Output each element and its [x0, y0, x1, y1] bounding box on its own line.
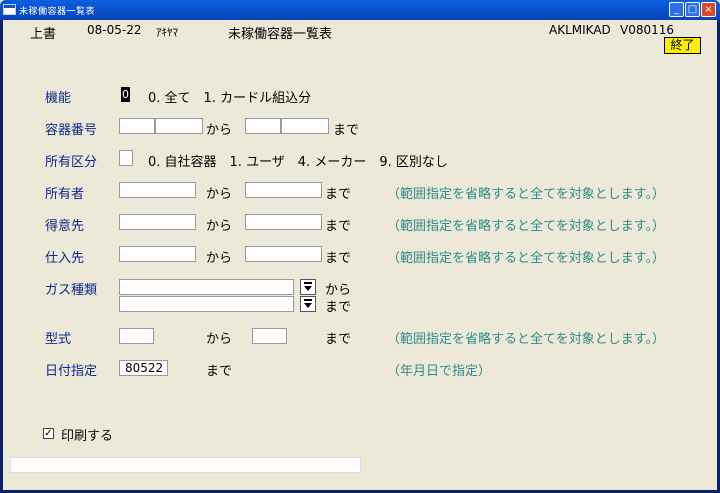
minimize-button[interactable]: _ [669, 2, 684, 17]
container-no-to-number[interactable] [281, 118, 329, 134]
customer-to-text: まで [325, 219, 352, 234]
owner-to-input[interactable] [245, 182, 322, 198]
customer-from-text: から [206, 219, 233, 234]
owner-hint: （範囲指定を省略すると全てを対象とします。） [387, 187, 665, 202]
title-bar[interactable]: 未稼働容器一覧表 _ □ × [0, 0, 720, 20]
ownership-options: 0. 自社容器 1. ユーザ 4. メーカー 9. 区別なし [148, 155, 448, 170]
supplier-hint: （範囲指定を省略すると全てを対象とします。） [387, 251, 665, 266]
model-to-input[interactable] [252, 328, 287, 344]
customer-label: 得意先 [45, 219, 85, 234]
date-spec-input[interactable]: 80522 [119, 360, 168, 376]
owner-to-text: まで [325, 187, 352, 202]
maximize-button[interactable]: □ [685, 2, 700, 17]
owner-from-text: から [206, 187, 233, 202]
container-no-from-prefix[interactable] [119, 118, 155, 134]
function-input[interactable]: 0 [121, 87, 130, 102]
gas-type-from-select[interactable] [119, 279, 294, 295]
container-no-from-number[interactable] [155, 118, 203, 134]
status-bar [10, 457, 361, 473]
app-window: 未稼働容器一覧表 _ □ × 上書 08-05-22 ｱｷﾔﾏ 未稼働容器一覧表… [0, 0, 720, 493]
customer-from-input[interactable] [119, 214, 196, 230]
function-options: 0. 全て 1. カードル組込分 [148, 91, 312, 106]
date-spec-value: 80522 [125, 361, 164, 375]
screen-title: 未稼働容器一覧表 [228, 27, 333, 42]
user-name: ｱｷﾔﾏ [156, 26, 178, 39]
print-label: 印刷する [61, 429, 114, 444]
supplier-to-input[interactable] [245, 246, 322, 262]
model-to-text: まで [325, 332, 352, 347]
supplier-from-text: から [206, 251, 233, 266]
exit-button[interactable]: 終了 [664, 37, 701, 54]
print-checkbox[interactable]: ✓ [43, 428, 54, 439]
gas-type-to-dropdown-icon[interactable] [300, 296, 316, 312]
ownership-input[interactable] [119, 150, 133, 166]
gas-type-to-select[interactable] [119, 296, 294, 312]
customer-to-input[interactable] [245, 214, 322, 230]
model-from-text: から [206, 332, 233, 347]
model-from-input[interactable] [119, 328, 154, 344]
container-no-to-prefix[interactable] [245, 118, 281, 134]
gas-type-label: ガス種類 [45, 283, 98, 298]
date-spec-hint: （年月日で指定） [387, 364, 492, 379]
supplier-to-text: まで [325, 251, 352, 266]
model-label: 型式 [45, 332, 72, 347]
program-id: AKLMIKAD [549, 23, 611, 37]
app-icon [3, 4, 16, 15]
mode-indicator: 上書 [30, 27, 57, 42]
customer-hint: （範囲指定を省略すると全てを対象とします。） [387, 219, 665, 234]
form-area: 上書 08-05-22 ｱｷﾔﾏ 未稼働容器一覧表 AKLMIKAD V0801… [3, 20, 717, 490]
window-title: 未稼働容器一覧表 [19, 7, 96, 17]
function-label: 機能 [45, 91, 72, 106]
date-spec-to-text: まで [206, 364, 233, 379]
owner-from-input[interactable] [119, 182, 196, 198]
container-no-label: 容器番号 [45, 123, 98, 138]
gas-type-to-text: まで [325, 300, 352, 315]
owner-label: 所有者 [45, 187, 85, 202]
container-no-to-text: まで [333, 123, 360, 138]
gas-type-from-dropdown-icon[interactable] [300, 279, 316, 295]
close-button[interactable]: × [701, 2, 716, 17]
system-date: 08-05-22 [87, 23, 142, 37]
version-label: V080116 [620, 23, 675, 37]
date-spec-label: 日付指定 [45, 364, 98, 379]
container-no-from-text: から [206, 123, 233, 138]
ownership-label: 所有区分 [45, 155, 98, 170]
supplier-label: 仕入先 [45, 251, 85, 266]
supplier-from-input[interactable] [119, 246, 196, 262]
model-hint: （範囲指定を省略すると全てを対象とします。） [387, 332, 665, 347]
